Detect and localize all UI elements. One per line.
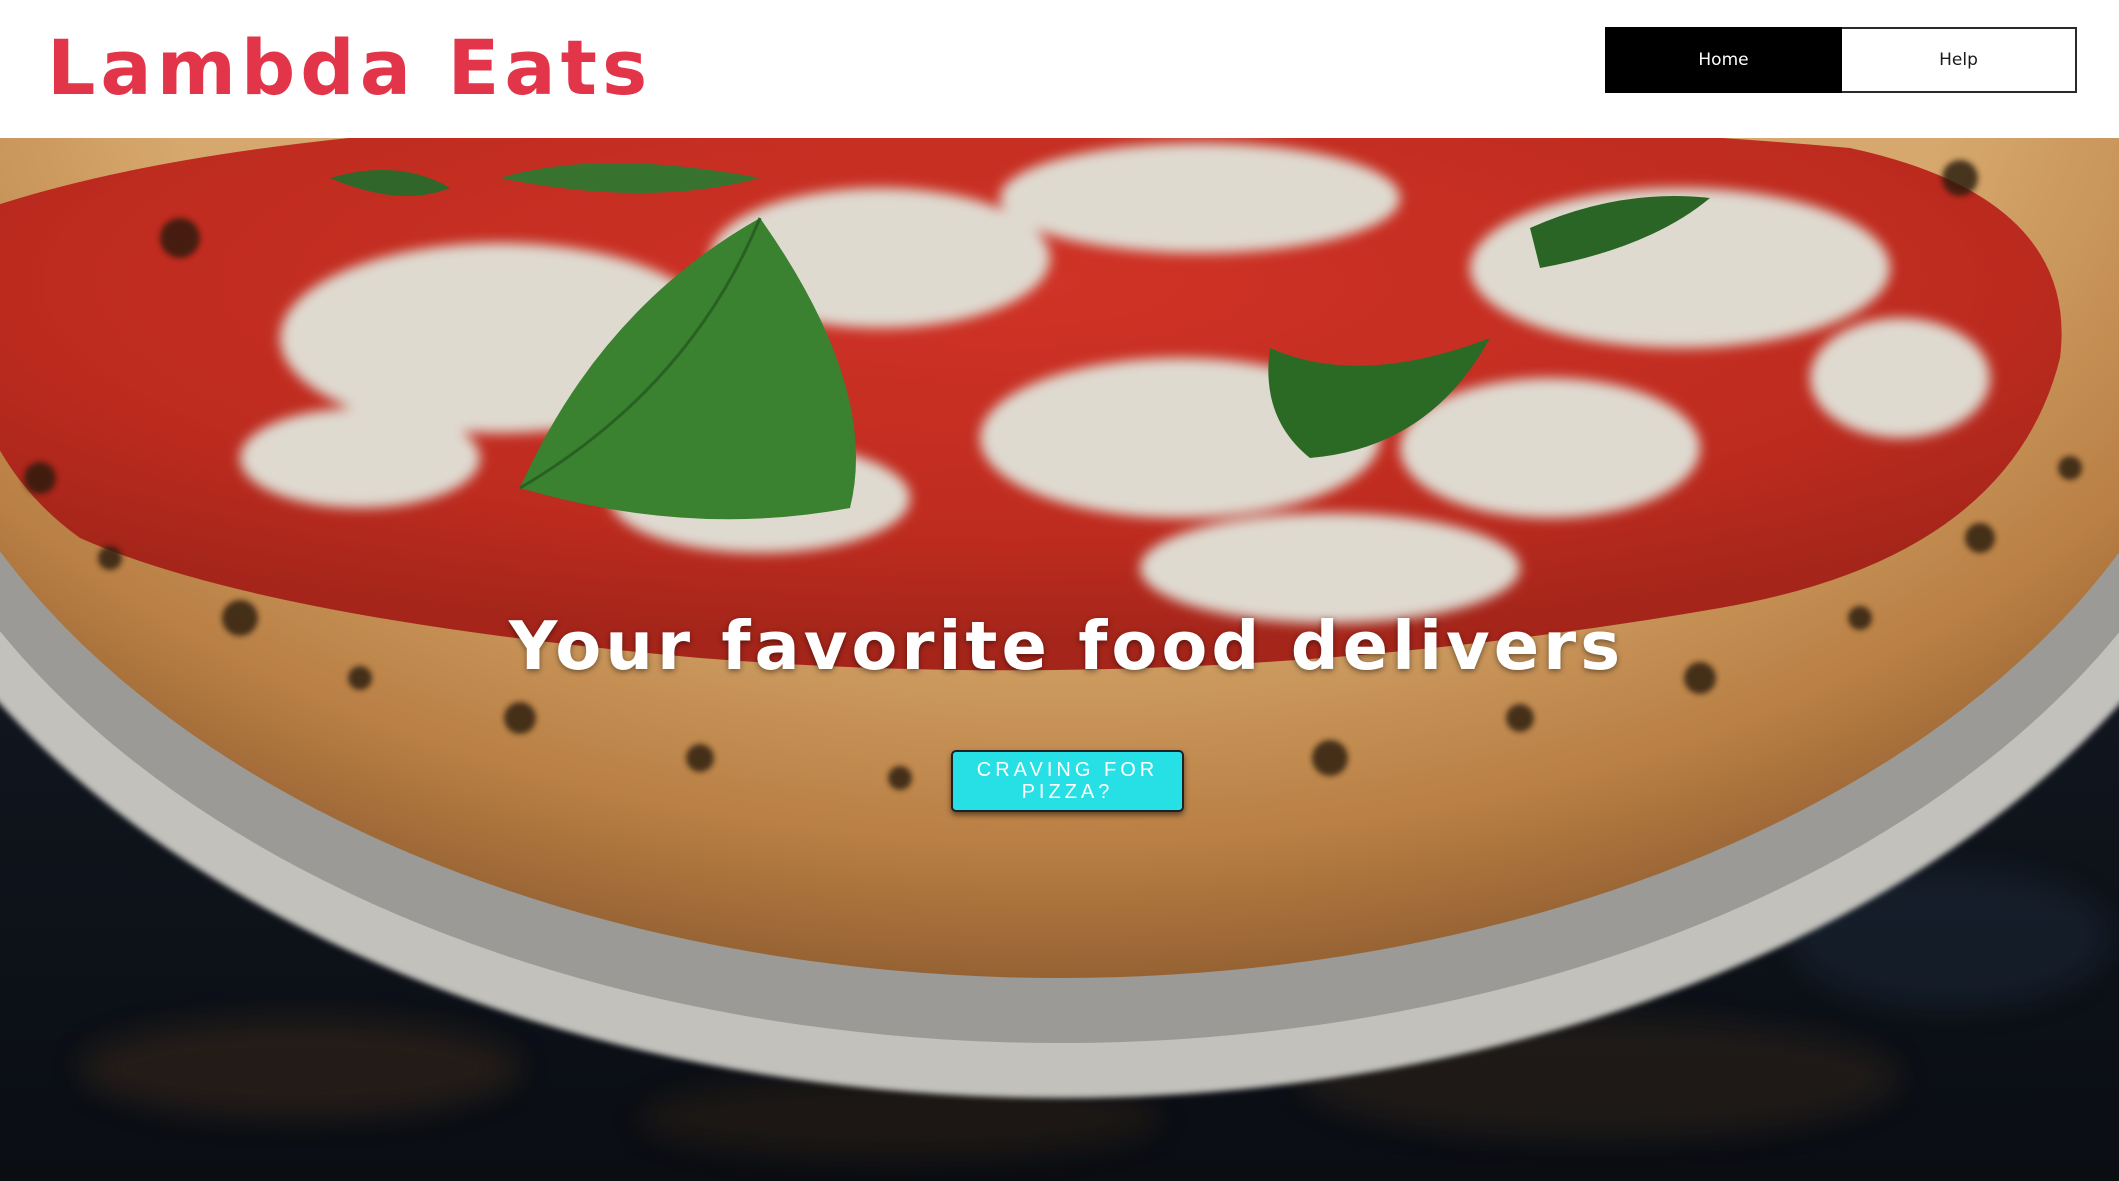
hero-headline: Your favorite food delivers: [508, 607, 1625, 685]
brand-logo[interactable]: Lambda Eats: [47, 18, 652, 118]
site-header: Lambda Eats Home Help: [0, 0, 2119, 138]
craving-pizza-button[interactable]: CRAVING FOR PIZZA?: [951, 750, 1184, 812]
main-nav: Home Help: [1605, 27, 2077, 93]
hero-section: Your favorite food delivers CRAVING FOR …: [0, 138, 2119, 1181]
nav-home-button[interactable]: Home: [1605, 27, 1842, 93]
nav-help-button[interactable]: Help: [1842, 27, 2077, 93]
